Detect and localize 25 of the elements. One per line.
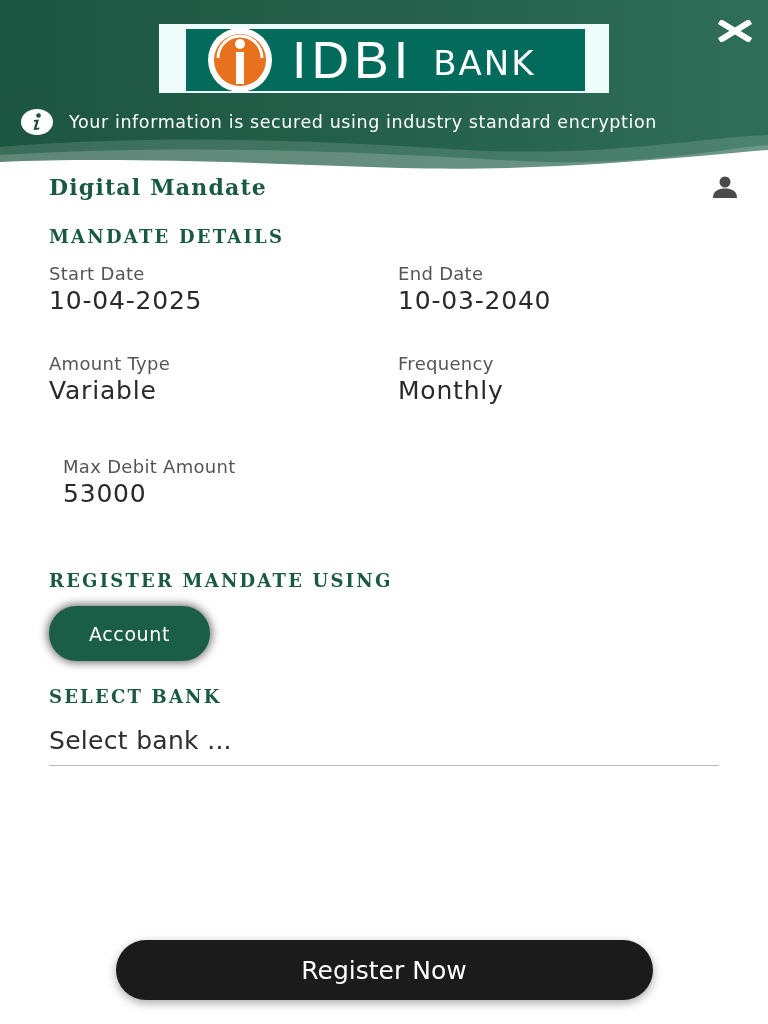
field-label: Amount Type (49, 353, 171, 375)
close-button[interactable] (718, 20, 752, 42)
logo-name: IDBI (292, 34, 414, 86)
register-now-button[interactable]: Register Now (115, 940, 653, 1000)
section-heading: REGISTER MANDATE USING (49, 571, 393, 591)
bank-select-field[interactable]: Select bank ... (49, 717, 719, 766)
field-label: Max Debit Amount (63, 456, 236, 478)
field-value: 10-03-2040 (398, 287, 552, 315)
field-label: Start Date (49, 263, 145, 285)
option-button[interactable]: Account (49, 606, 210, 661)
logo-suffix: BANK (433, 46, 536, 80)
field-value: 10-04-2025 (49, 287, 203, 315)
section-heading: MANDATE DETAILS (49, 227, 285, 247)
close-icon (718, 20, 752, 42)
logo-emblem-icon (208, 28, 272, 92)
page-title: Digital Mandate (49, 174, 267, 200)
section-heading: SELECT BANK (49, 687, 222, 707)
user-icon[interactable] (713, 176, 737, 198)
field-label: Frequency (398, 353, 494, 375)
field-value: Monthly (398, 377, 504, 405)
field-value: Variable (49, 377, 157, 405)
security-notice: Your information is secured using industry standard encryption (69, 111, 657, 133)
info-icon (21, 109, 53, 135)
field-value: 53000 (63, 480, 147, 508)
field-label: End Date (398, 263, 484, 285)
